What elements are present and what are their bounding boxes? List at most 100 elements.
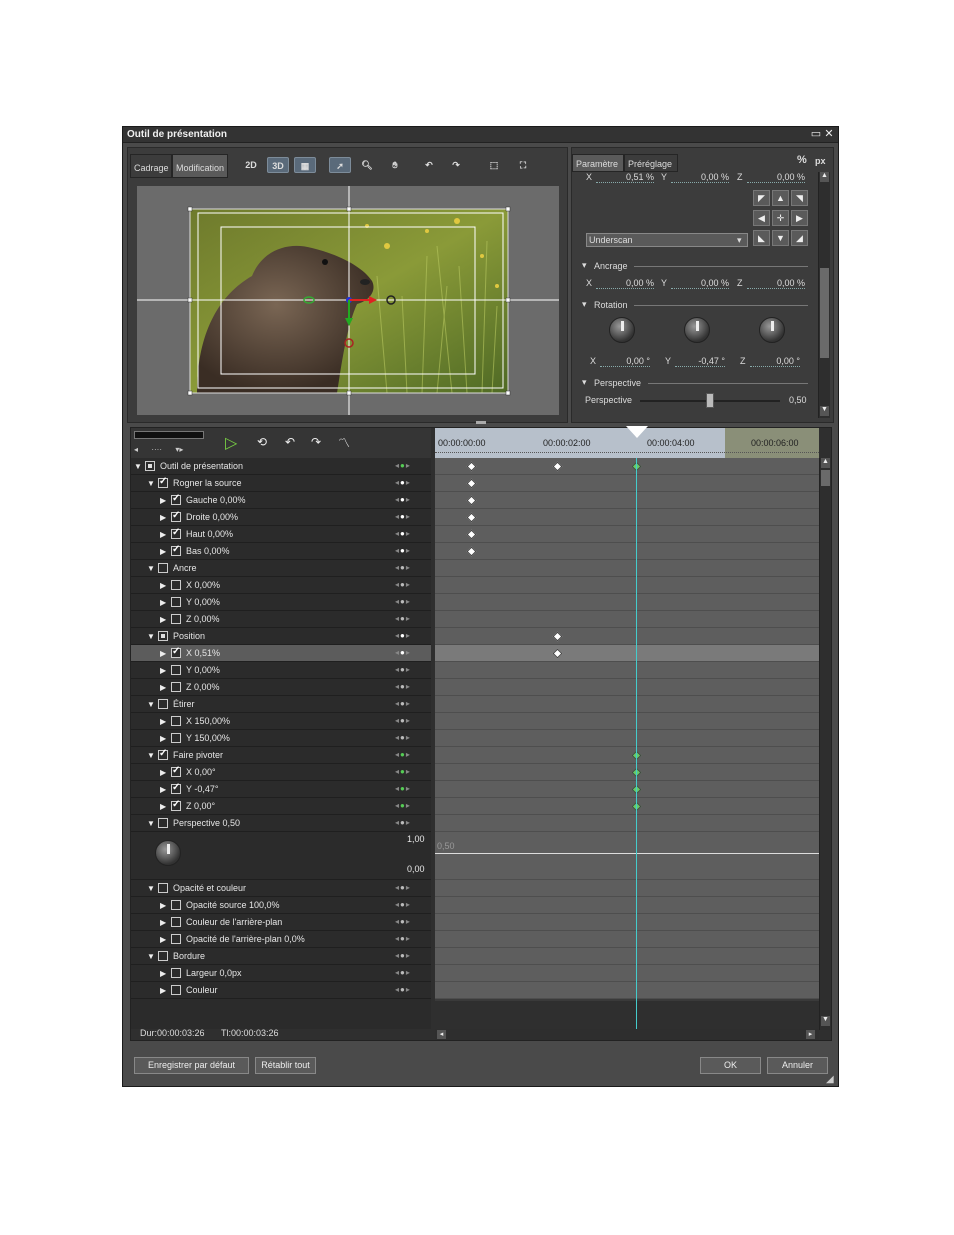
graph-icon[interactable]: 〽 — [338, 434, 350, 451]
keyframe-track[interactable] — [435, 526, 819, 543]
expand-icon[interactable]: ▶ — [160, 986, 166, 995]
perspective-graph-track[interactable]: 0,50 — [435, 832, 819, 880]
keyframe-track[interactable] — [435, 880, 819, 897]
keyframe-nav[interactable]: ◂●▸ — [395, 597, 411, 606]
keyframe-nav[interactable]: ◂●▸ — [395, 733, 411, 742]
expand-icon[interactable]: ▶ — [160, 513, 166, 522]
keyframe-nav[interactable]: ◂●▸ — [395, 665, 411, 674]
keyframe-track[interactable] — [435, 645, 819, 662]
keyframe-track[interactable] — [435, 611, 819, 628]
reset-all-button[interactable]: Rétablir tout — [255, 1057, 316, 1074]
keyframe-nav[interactable]: ◂●▸ — [395, 580, 411, 589]
tree-row[interactable]: ▶ Couleur ◂●▸ — [131, 982, 431, 999]
hand-icon[interactable]: ✋︎ — [384, 157, 406, 173]
keyframe-marker[interactable] — [466, 546, 477, 557]
safe-area-icon[interactable]: ⬚ — [483, 157, 505, 173]
save-default-button[interactable]: Enregistrer par défaut — [134, 1057, 249, 1074]
nudge-down-icon[interactable]: ▼ — [772, 230, 789, 246]
keyframe-track[interactable] — [435, 458, 819, 475]
scroll-up-icon[interactable]: ▲ — [820, 172, 829, 182]
keyframe-track[interactable] — [435, 948, 819, 965]
keyframe-nav[interactable]: ◂●▸ — [395, 934, 411, 943]
enable-checkbox[interactable] — [171, 900, 181, 910]
keyframe-track[interactable] — [435, 713, 819, 730]
tree-row[interactable]: ▼ Rogner la source ◂●▸ — [131, 475, 431, 492]
scroll-down-icon[interactable]: ▼ — [821, 1016, 830, 1026]
enable-checkbox[interactable] — [158, 476, 168, 488]
keyframe-marker[interactable] — [466, 529, 477, 540]
expand-icon[interactable]: ▶ — [160, 918, 166, 927]
enable-checkbox[interactable] — [158, 818, 168, 828]
loop-icon[interactable]: ⟲ — [257, 435, 267, 449]
keyframe-marker[interactable] — [466, 512, 477, 523]
nudge-right-icon[interactable]: ▶ — [791, 210, 808, 226]
keyframe-track[interactable] — [435, 662, 819, 679]
keyframe-nav[interactable]: ◂●▸ — [395, 699, 411, 708]
keyframe-track[interactable] — [435, 764, 819, 781]
close-icon[interactable]: ✕ — [823, 128, 835, 140]
anchor-y-field[interactable]: 0,00 % — [671, 278, 729, 289]
keyframe-track[interactable] — [435, 897, 819, 914]
redo-icon[interactable]: ↷ — [445, 157, 467, 173]
enable-checkbox[interactable] — [171, 527, 181, 539]
tree-row[interactable]: ▼ Position ◂●▸ — [131, 628, 431, 645]
keyframe-nav[interactable]: ◂●▸ — [395, 818, 411, 827]
nudge-downleft-icon[interactable]: ◣ — [753, 230, 770, 246]
keyframe-nav[interactable]: ◂●▸ — [395, 495, 411, 504]
expand-icon[interactable]: ▶ — [160, 666, 166, 675]
expand-icon[interactable]: ▶ — [160, 649, 166, 658]
enable-checkbox[interactable] — [171, 765, 181, 777]
expand-icon[interactable]: ▶ — [160, 615, 166, 624]
keyframe-marker[interactable] — [552, 648, 563, 659]
position-y-field[interactable]: 0,00 % — [671, 172, 729, 183]
keyframe-track[interactable] — [435, 982, 819, 999]
keyframe-track[interactable] — [435, 914, 819, 931]
perspective-slider-thumb[interactable] — [706, 393, 714, 408]
tree-row[interactable]: ▶ Z 0,00% ◂●▸ — [131, 611, 431, 628]
keyframe-nav[interactable]: ◂●▸ — [395, 648, 411, 657]
keyframe-nav[interactable]: ◂●▸ — [395, 512, 411, 521]
keyframe-track[interactable] — [435, 931, 819, 948]
keyframe-nav[interactable]: ◂●▸ — [395, 767, 411, 776]
tree-row[interactable]: ▶ Opacité source 100,0% ◂●▸ — [131, 897, 431, 914]
center-icon[interactable]: ✛ — [772, 210, 789, 226]
tree-row[interactable]: ▼ Bordure ◂●▸ — [131, 948, 431, 965]
ok-button[interactable]: OK — [700, 1057, 761, 1074]
keyframe-nav[interactable]: ◂●▸ — [395, 546, 411, 555]
keyframe-nav[interactable]: ◂●▸ — [395, 529, 411, 538]
nudge-left-icon[interactable]: ◀ — [753, 210, 770, 226]
keyframe-nav[interactable]: ◂●▸ — [395, 900, 411, 909]
enable-checkbox[interactable] — [171, 968, 181, 978]
enable-checkbox[interactable] — [171, 510, 181, 522]
tree-row[interactable]: ▶ Z 0,00% ◂●▸ — [131, 679, 431, 696]
expand-icon[interactable]: ▶ — [160, 547, 166, 556]
tab-edit[interactable]: Modification — [172, 154, 228, 178]
keyframe-nav[interactable]: ◂●▸ — [395, 968, 411, 977]
collapse-icon[interactable]: ▼ — [147, 632, 155, 641]
keyframe-track[interactable] — [435, 730, 819, 747]
keyframe-track[interactable] — [435, 679, 819, 696]
anchor-z-field[interactable]: 0,00 % — [747, 278, 805, 289]
keyframe-nav[interactable]: ◂●▸ — [395, 563, 411, 572]
keyframe-nav[interactable]: ◂●▸ — [395, 784, 411, 793]
expand-icon[interactable]: ▶ — [160, 530, 166, 539]
expand-icon[interactable]: ▶ — [160, 901, 166, 910]
collapse-icon[interactable]: ▼ — [147, 884, 155, 893]
tree-row[interactable]: ▶ Z 0,00° ◂●▸ — [131, 798, 431, 815]
collapse-icon[interactable]: ▼ — [134, 462, 142, 471]
collapse-icon[interactable]: ▼ — [147, 751, 155, 760]
keyframe-track[interactable] — [435, 509, 819, 526]
expand-icon[interactable]: ▶ — [160, 802, 166, 811]
collapse-icon[interactable]: ▼ — [147, 700, 155, 709]
select-arrow-icon[interactable]: ➚ — [329, 157, 351, 173]
playhead-marker-icon[interactable] — [626, 426, 648, 438]
keyframe-nav[interactable]: ◂●▸ — [395, 478, 411, 487]
tree-row[interactable]: ▶ Couleur de l'arrière-plan ◂●▸ — [131, 914, 431, 931]
expand-icon[interactable]: ▶ — [160, 935, 166, 944]
expand-icon[interactable]: ▶ — [160, 598, 166, 607]
zoom-slider[interactable] — [134, 431, 204, 439]
splitter-handle[interactable] — [476, 421, 486, 424]
tree-row[interactable]: ▶ Largeur 0,0px ◂●▸ — [131, 965, 431, 982]
keyframe-marker[interactable] — [466, 495, 477, 506]
keyframe-marker[interactable] — [466, 478, 477, 489]
